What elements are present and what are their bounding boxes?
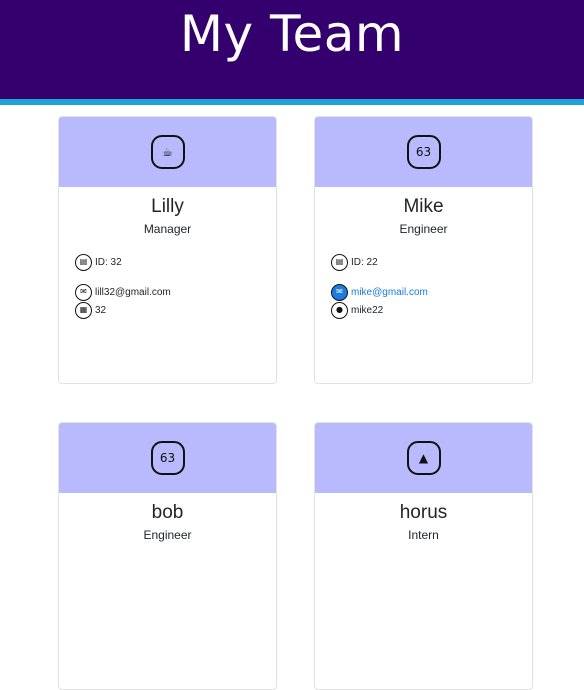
card-header: 63 [59,423,276,493]
envelope-icon: ✉ [331,283,348,301]
github-icon: ● [331,301,348,319]
github-row: ● mike22 [331,301,532,319]
email-row: ✉ lill32@gmail.com [75,283,276,301]
email-link[interactable]: mike@gmail.com [351,287,428,298]
graduate-icon: ▲ [406,441,441,475]
envelope-icon: ✉ [75,283,92,301]
card-header: ▲ [315,423,532,493]
id-row: ▤ ID: 22 [331,253,532,271]
id-row: ▤ ID: 32 [75,253,276,271]
employee-role: Manager [143,222,192,236]
employee-email: lill32@gmail.com [95,286,171,298]
email-row: ✉ mike@gmail.com [331,283,532,301]
page-header: My Team [0,0,584,105]
page-title: My Team [179,4,405,63]
building-icon: ▦ [75,301,92,319]
office-number: 32 [95,304,107,316]
glasses-icon: 63 [406,135,441,169]
employee-id: ID: 22 [351,256,378,268]
coffee-icon: ☕ [150,135,185,169]
employee-name: Lilly [151,196,184,217]
employee-name: horus [399,502,448,523]
employee-name: bob [151,502,184,523]
id-card-icon: ▤ [331,253,348,271]
employee-id: ID: 32 [95,256,122,268]
employee-card: ☕ Lilly Manager ▤ ID: 32 ✉ lill32@gmail.… [58,116,277,384]
employee-role: Engineer [399,222,448,236]
employee-card: 63 bob Engineer [58,422,277,690]
employee-role: Engineer [143,528,192,542]
employee-card: ▲ horus Intern [314,422,533,690]
card-header: 63 [315,117,532,187]
employee-card: 63 Mike Engineer ▤ ID: 22 ✉ mike@gmail.c… [314,116,533,384]
github-username[interactable]: mike22 [351,305,383,316]
employee-name: Mike [403,196,444,217]
office-row: ▦ 32 [75,301,276,319]
id-card-icon: ▤ [75,253,92,271]
employee-role: Intern [408,528,439,542]
glasses-icon: 63 [150,441,185,475]
card-header: ☕ [59,117,276,187]
